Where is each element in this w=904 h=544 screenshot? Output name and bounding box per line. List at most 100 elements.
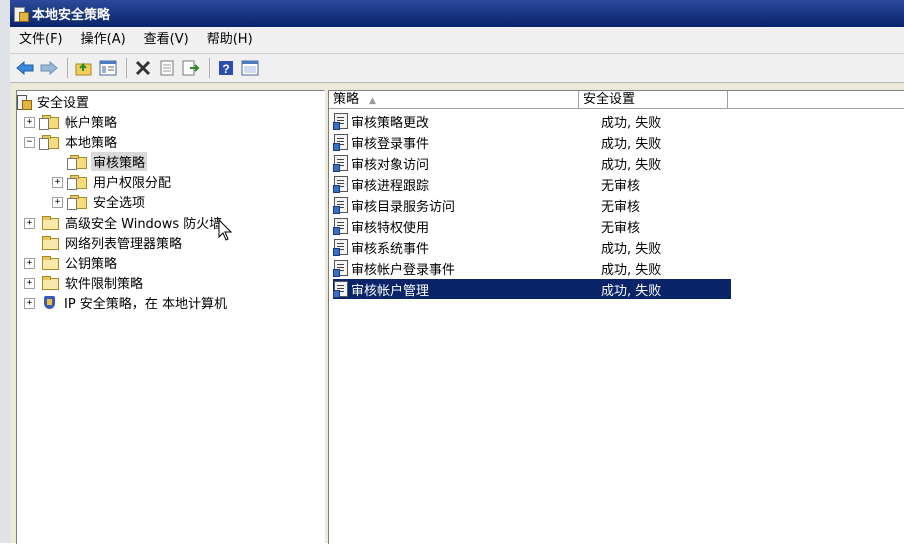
list-item[interactable]: 审核目录服务访问 无审核 xyxy=(333,195,731,215)
policy-name: 审核系统事件 xyxy=(351,241,430,257)
menu-view[interactable]: 查看(V) xyxy=(135,27,198,53)
properties-button[interactable] xyxy=(156,57,178,79)
expand-button[interactable]: + xyxy=(52,197,63,208)
list-item[interactable]: 审核帐户登录事件 成功, 失败 xyxy=(333,258,731,278)
menu-help[interactable]: 帮助(H) xyxy=(198,27,262,53)
policy-setting-icon xyxy=(333,239,348,256)
policy-name: 审核登录事件 xyxy=(351,136,430,152)
policy-folder-icon xyxy=(39,134,59,150)
toolbar: ? xyxy=(10,54,904,83)
back-button[interactable] xyxy=(14,57,36,79)
policy-name: 审核进程跟踪 xyxy=(351,178,430,194)
list-item[interactable]: 审核登录事件 成功, 失败 xyxy=(333,132,731,152)
policy-setting-value: 无审核 xyxy=(601,199,641,215)
tree-item-local-policies[interactable]: 本地策略 xyxy=(39,132,119,151)
policy-name: 审核帐户管理 xyxy=(351,283,430,299)
menu-action[interactable]: 操作(A) xyxy=(72,27,135,53)
toolbar-separator xyxy=(67,58,68,78)
tree-item-advanced-firewall[interactable]: 高级安全 Windows 防火墙 xyxy=(42,213,224,232)
policy-setting-icon xyxy=(333,260,348,277)
menu-file[interactable]: 文件(F) xyxy=(10,27,72,53)
details-list[interactable]: 策略 ▲ 安全设置 审核策略更改 成功, 失败 审核登录事件 成功, 失败 审核对… xyxy=(328,90,904,544)
tree-item-label: 网络列表管理器策略 xyxy=(65,237,183,252)
mouse-cursor-icon xyxy=(218,218,233,241)
policy-folder-icon xyxy=(39,114,59,130)
column-header-policy[interactable]: 策略 ▲ xyxy=(329,91,579,109)
list-item[interactable]: 审核策略更改 成功, 失败 xyxy=(333,111,731,131)
policy-setting-icon xyxy=(333,176,348,193)
console-button[interactable] xyxy=(239,57,261,79)
list-item-selected[interactable]: 审核帐户管理 成功, 失败 xyxy=(333,279,731,299)
svg-text:?: ? xyxy=(222,62,229,76)
tree-item-label: 用户权限分配 xyxy=(93,176,172,191)
tree-item-label: 公钥策略 xyxy=(65,257,118,272)
policy-setting-value: 成功, 失败 xyxy=(601,157,662,173)
list-item[interactable]: 审核特权使用 无审核 xyxy=(333,216,731,236)
properties-icon xyxy=(160,60,174,76)
list-item[interactable]: 审核进程跟踪 无审核 xyxy=(333,174,731,194)
collapse-button[interactable]: − xyxy=(24,137,35,148)
policy-setting-icon xyxy=(333,197,348,214)
policy-name: 审核目录服务访问 xyxy=(351,199,456,215)
security-policy-app-icon xyxy=(14,6,29,22)
toolbar-separator xyxy=(209,58,210,78)
help-icon: ? xyxy=(219,61,233,76)
console-panes: 安全设置 + 帐户策略 − 本地策略 审核策略 + 用户权限分配 + 安全选项 … xyxy=(10,84,904,544)
folder-icon xyxy=(42,275,59,290)
tree-item-network-list-manager[interactable]: 网络列表管理器策略 xyxy=(42,233,184,252)
back-arrow-icon xyxy=(16,61,34,75)
expand-button[interactable]: + xyxy=(24,278,35,289)
tree-root[interactable]: 安全设置 xyxy=(17,92,91,111)
policy-name: 审核策略更改 xyxy=(351,115,430,131)
help-button[interactable]: ? xyxy=(215,57,237,79)
forward-arrow-icon xyxy=(40,61,58,75)
export-list-button[interactable] xyxy=(180,57,202,79)
console-icon xyxy=(241,60,259,76)
policy-folder-icon xyxy=(67,174,87,190)
tree-item-software-restriction[interactable]: 软件限制策略 xyxy=(42,273,145,292)
list-item[interactable]: 审核对象访问 成功, 失败 xyxy=(333,153,731,173)
folder-icon xyxy=(42,255,59,270)
column-header-label: 策略 xyxy=(333,92,360,107)
policy-setting-icon xyxy=(333,155,348,172)
delete-button[interactable] xyxy=(132,57,154,79)
local-security-policy-window: 本地安全策略 文件(F) 操作(A) 查看(V) 帮助(H) ? 安全设置 + … xyxy=(10,0,904,544)
title-bar[interactable]: 本地安全策略 xyxy=(10,0,904,27)
show-hide-tree-icon xyxy=(99,60,117,76)
menu-bar: 文件(F) 操作(A) 查看(V) 帮助(H) xyxy=(10,27,904,54)
column-header-security-setting[interactable]: 安全设置 xyxy=(579,91,728,109)
policy-setting-icon xyxy=(333,134,348,151)
tree-item-ip-security[interactable]: IP 安全策略，在 本地计算机 xyxy=(42,293,229,312)
tree-item-public-key-policies[interactable]: 公钥策略 xyxy=(42,253,119,272)
export-list-icon xyxy=(182,60,200,76)
tree-item-user-rights-assignment[interactable]: 用户权限分配 xyxy=(67,172,173,191)
tree-item-audit-policy[interactable]: 审核策略 xyxy=(67,152,148,171)
policy-setting-value: 成功, 失败 xyxy=(601,241,662,257)
policy-setting-value: 成功, 失败 xyxy=(601,262,662,278)
expand-button[interactable]: + xyxy=(24,298,35,309)
policy-setting-icon xyxy=(333,113,348,130)
expand-button[interactable]: + xyxy=(52,177,63,188)
tree-root-label: 安全设置 xyxy=(37,96,90,111)
ip-security-shield-icon xyxy=(42,295,58,310)
tree-item-account-policies[interactable]: 帐户策略 xyxy=(39,112,119,131)
tree-pane[interactable]: 安全设置 + 帐户策略 − 本地策略 审核策略 + 用户权限分配 + 安全选项 … xyxy=(16,90,325,544)
sort-ascending-icon: ▲ xyxy=(369,96,376,106)
folder-icon xyxy=(42,235,59,250)
up-one-level-button[interactable] xyxy=(73,57,95,79)
toolbar-separator xyxy=(126,58,127,78)
tree-item-security-options[interactable]: 安全选项 xyxy=(67,192,147,211)
expand-button[interactable]: + xyxy=(24,218,35,229)
tree-item-label: 审核策略 xyxy=(91,152,148,171)
column-header-label: 安全设置 xyxy=(583,92,636,107)
policy-setting-icon xyxy=(333,218,348,235)
show-hide-tree-button[interactable] xyxy=(97,57,119,79)
tree-item-label: 高级安全 Windows 防火墙 xyxy=(65,217,223,232)
policy-setting-value: 成功, 失败 xyxy=(601,283,662,299)
tree-item-label: 帐户策略 xyxy=(65,116,118,131)
expand-button[interactable]: + xyxy=(24,258,35,269)
policy-setting-value: 成功, 失败 xyxy=(601,136,662,152)
list-item[interactable]: 审核系统事件 成功, 失败 xyxy=(333,237,731,257)
expand-button[interactable]: + xyxy=(24,117,35,128)
forward-button[interactable] xyxy=(38,57,60,79)
